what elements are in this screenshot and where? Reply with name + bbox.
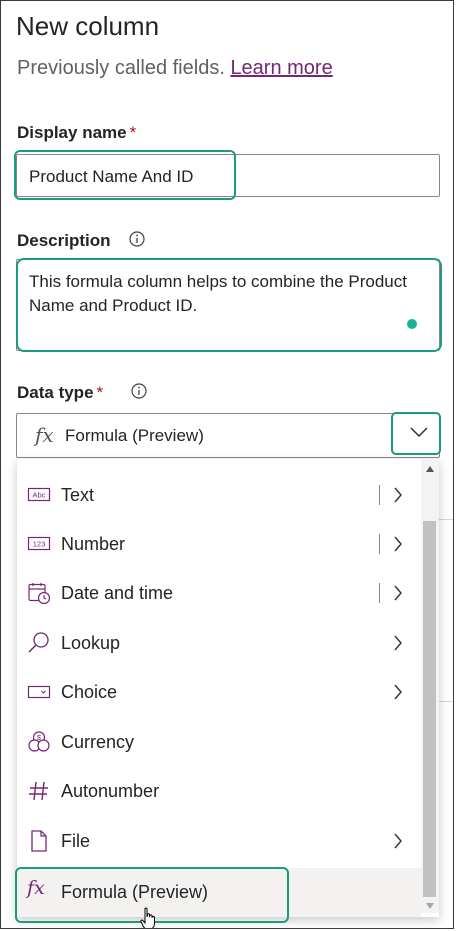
scroll-up-arrow-icon[interactable] bbox=[425, 465, 435, 473]
menu-item-currency[interactable]: $ Currency bbox=[17, 718, 421, 767]
data-type-selected-value: Formula (Preview) bbox=[65, 426, 204, 445]
menu-item-label: Autonumber bbox=[61, 781, 160, 801]
scrollbar-thumb[interactable] bbox=[423, 521, 436, 897]
menu-item-file[interactable]: File bbox=[17, 817, 421, 866]
data-type-menu: Abc Text 123 Number Date and time Lookup… bbox=[17, 459, 439, 917]
learn-more-link[interactable]: Learn more bbox=[230, 57, 332, 79]
formula-fx-icon: fx bbox=[35, 423, 54, 447]
subtitle-text: Previously called fields. bbox=[17, 57, 225, 79]
menu-item-label: Number bbox=[61, 534, 126, 554]
menu-item-label: Date and time bbox=[61, 583, 174, 603]
menu-item-choice[interactable]: Choice bbox=[17, 668, 421, 717]
required-mark: * bbox=[96, 383, 104, 402]
description-label-text: Description bbox=[17, 231, 111, 250]
chevron-right-icon bbox=[394, 487, 402, 503]
submenu-separator bbox=[379, 583, 380, 603]
chevron-down-icon[interactable] bbox=[409, 425, 429, 439]
highlight-box-display-name bbox=[14, 150, 236, 200]
number-123-icon: 123 bbox=[27, 536, 51, 551]
text-abc-icon: Abc bbox=[27, 487, 51, 502]
chevron-right-icon bbox=[394, 536, 402, 552]
chevron-right-icon bbox=[394, 684, 402, 700]
menu-item-text[interactable]: Abc Text bbox=[17, 471, 421, 520]
data-type-dropdown[interactable]: fx Formula (Preview) bbox=[16, 413, 440, 458]
hand-pointer-cursor-icon bbox=[140, 907, 155, 928]
submenu-separator bbox=[379, 485, 380, 505]
menu-item-label: File bbox=[61, 831, 91, 851]
panel-title: New column bbox=[16, 11, 160, 41]
menu-item-lookup[interactable]: Lookup bbox=[17, 619, 421, 668]
scroll-down-arrow-icon[interactable] bbox=[425, 902, 435, 910]
currency-coins-icon: $ bbox=[28, 731, 50, 752]
chevron-right-icon bbox=[394, 833, 402, 849]
data-type-info-icon[interactable] bbox=[130, 382, 148, 400]
description-label: Description bbox=[17, 231, 111, 251]
chevron-right-icon bbox=[394, 635, 402, 651]
menu-item-number[interactable]: 123 Number bbox=[17, 520, 421, 569]
required-mark: * bbox=[129, 123, 137, 142]
hash-icon bbox=[29, 781, 48, 801]
panel-subtitle: Previously called fields. Learn more bbox=[17, 57, 333, 80]
menu-item-label: Choice bbox=[61, 682, 118, 702]
textarea-status-dot bbox=[407, 319, 417, 329]
background-divider bbox=[439, 701, 453, 702]
background-divider bbox=[439, 519, 453, 520]
menu-item-label: Currency bbox=[61, 732, 135, 752]
svg-text:123: 123 bbox=[33, 540, 46, 549]
calendar-clock-icon bbox=[28, 583, 51, 605]
description-info-icon[interactable] bbox=[128, 230, 146, 248]
menu-item-label: Text bbox=[61, 485, 95, 505]
menu-item-autonumber[interactable]: Autonumber bbox=[17, 767, 421, 816]
file-icon bbox=[31, 830, 47, 852]
svg-text:$: $ bbox=[37, 735, 41, 742]
display-name-label-text: Display name bbox=[17, 123, 127, 142]
lookup-search-icon bbox=[28, 632, 49, 653]
data-type-label: Data type * bbox=[17, 383, 103, 403]
menu-item-date-and-time[interactable]: Date and time bbox=[17, 569, 421, 618]
display-name-label: Display name * bbox=[17, 123, 136, 143]
highlight-box-description bbox=[16, 258, 442, 352]
svg-text:Abc: Abc bbox=[33, 491, 46, 500]
data-type-label-text: Data type bbox=[17, 383, 94, 402]
new-column-panel: New column Previously called fields. Lea… bbox=[0, 0, 454, 929]
choice-dropdown-icon bbox=[27, 685, 51, 699]
submenu-separator bbox=[379, 534, 380, 554]
chevron-right-icon bbox=[394, 585, 402, 601]
menu-item-label: Lookup bbox=[61, 633, 121, 653]
